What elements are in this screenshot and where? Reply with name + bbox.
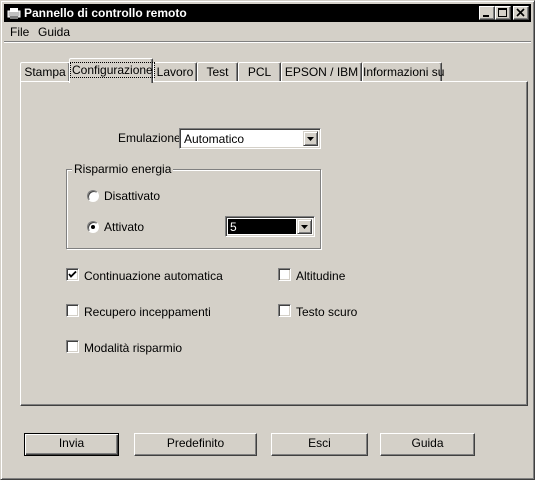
altitude-checkbox[interactable] xyxy=(278,268,291,281)
tab-label: Lavoro xyxy=(156,65,194,79)
tab-label: Test xyxy=(206,65,229,79)
power-saving-group: Risparmio energia xyxy=(66,162,321,249)
tab-informazioni[interactable]: Informazioni su xyxy=(362,62,445,82)
emulation-value: Automatico xyxy=(184,132,245,146)
menu-guida[interactable]: Guida xyxy=(38,25,70,39)
power-saving-legend: Risparmio energia xyxy=(72,162,174,176)
minutes-value: 5 xyxy=(230,220,237,234)
chevron-down-icon xyxy=(301,225,308,229)
altitude-label[interactable]: Altitudine xyxy=(296,269,345,283)
jam-recovery-checkbox[interactable] xyxy=(66,304,79,317)
send-button-label: Invia xyxy=(58,436,85,450)
jam-recovery-label[interactable]: Recupero inceppamenti xyxy=(84,305,211,319)
auto-continue-label[interactable]: Continuazione automatica xyxy=(84,269,223,283)
dark-text-checkbox[interactable] xyxy=(278,304,291,317)
minimize-icon xyxy=(483,15,489,17)
chevron-down-icon xyxy=(307,137,314,141)
maximize-button[interactable] xyxy=(495,6,511,20)
saving-mode-label[interactable]: Modalità risparmio xyxy=(84,341,182,355)
emulation-select[interactable]: Automatico xyxy=(179,128,321,149)
close-button[interactable] xyxy=(513,6,529,20)
tab-label: PCL xyxy=(247,65,272,79)
title-bar[interactable]: Pannello di controllo remoto xyxy=(4,4,531,22)
dark-text-label[interactable]: Testo scuro xyxy=(296,305,357,319)
tab-epson-ibm[interactable]: EPSON / IBM xyxy=(281,62,362,82)
menu-separator xyxy=(4,41,531,43)
tab-stampa[interactable]: Stampa xyxy=(20,62,70,82)
tab-configurazione[interactable]: Configurazione xyxy=(69,58,155,83)
default-button-label: Predefinito xyxy=(166,436,225,450)
emulation-dropdown-button[interactable] xyxy=(303,131,318,146)
send-button[interactable]: Invia xyxy=(24,433,119,456)
tab-label: Informazioni su xyxy=(363,65,445,79)
auto-continue-checkbox[interactable] xyxy=(66,268,79,281)
power-on-label[interactable]: Attivato xyxy=(104,220,144,234)
power-on-radio[interactable] xyxy=(87,221,99,233)
power-off-label[interactable]: Disattivato xyxy=(104,189,160,203)
help-button-label: Guida xyxy=(411,436,444,450)
exit-button-label: Esci xyxy=(308,436,331,450)
emulation-label: Emulazione: xyxy=(118,131,185,145)
window-title: Pannello di controllo remoto xyxy=(24,6,187,20)
tab-label: Stampa xyxy=(24,65,66,79)
power-off-radio[interactable] xyxy=(87,190,99,202)
maximize-icon xyxy=(498,8,507,17)
menu-file[interactable]: File xyxy=(10,25,29,39)
saving-mode-checkbox[interactable] xyxy=(66,340,79,353)
minimize-button[interactable] xyxy=(479,6,495,20)
exit-button[interactable]: Esci xyxy=(271,433,368,456)
tab-pcl[interactable]: PCL xyxy=(238,62,281,82)
default-button[interactable]: Predefinito xyxy=(134,433,257,456)
minutes-dropdown-button[interactable] xyxy=(297,219,312,234)
checkmark-icon xyxy=(68,270,77,278)
tab-label: EPSON / IBM xyxy=(284,65,359,79)
tab-label: Configurazione xyxy=(70,62,155,78)
close-icon xyxy=(516,8,525,17)
menu-bar: File Guida xyxy=(4,23,531,41)
minutes-value-box: 5 xyxy=(228,219,296,234)
help-button[interactable]: Guida xyxy=(380,433,475,456)
tab-lavoro[interactable]: Lavoro xyxy=(153,62,197,82)
printer-icon xyxy=(7,8,21,19)
control-panel-window: Pannello di controllo remoto File Guida … xyxy=(0,0,535,480)
power-saving-minutes-select[interactable]: 5 xyxy=(225,216,315,237)
tab-test[interactable]: Test xyxy=(197,62,238,82)
